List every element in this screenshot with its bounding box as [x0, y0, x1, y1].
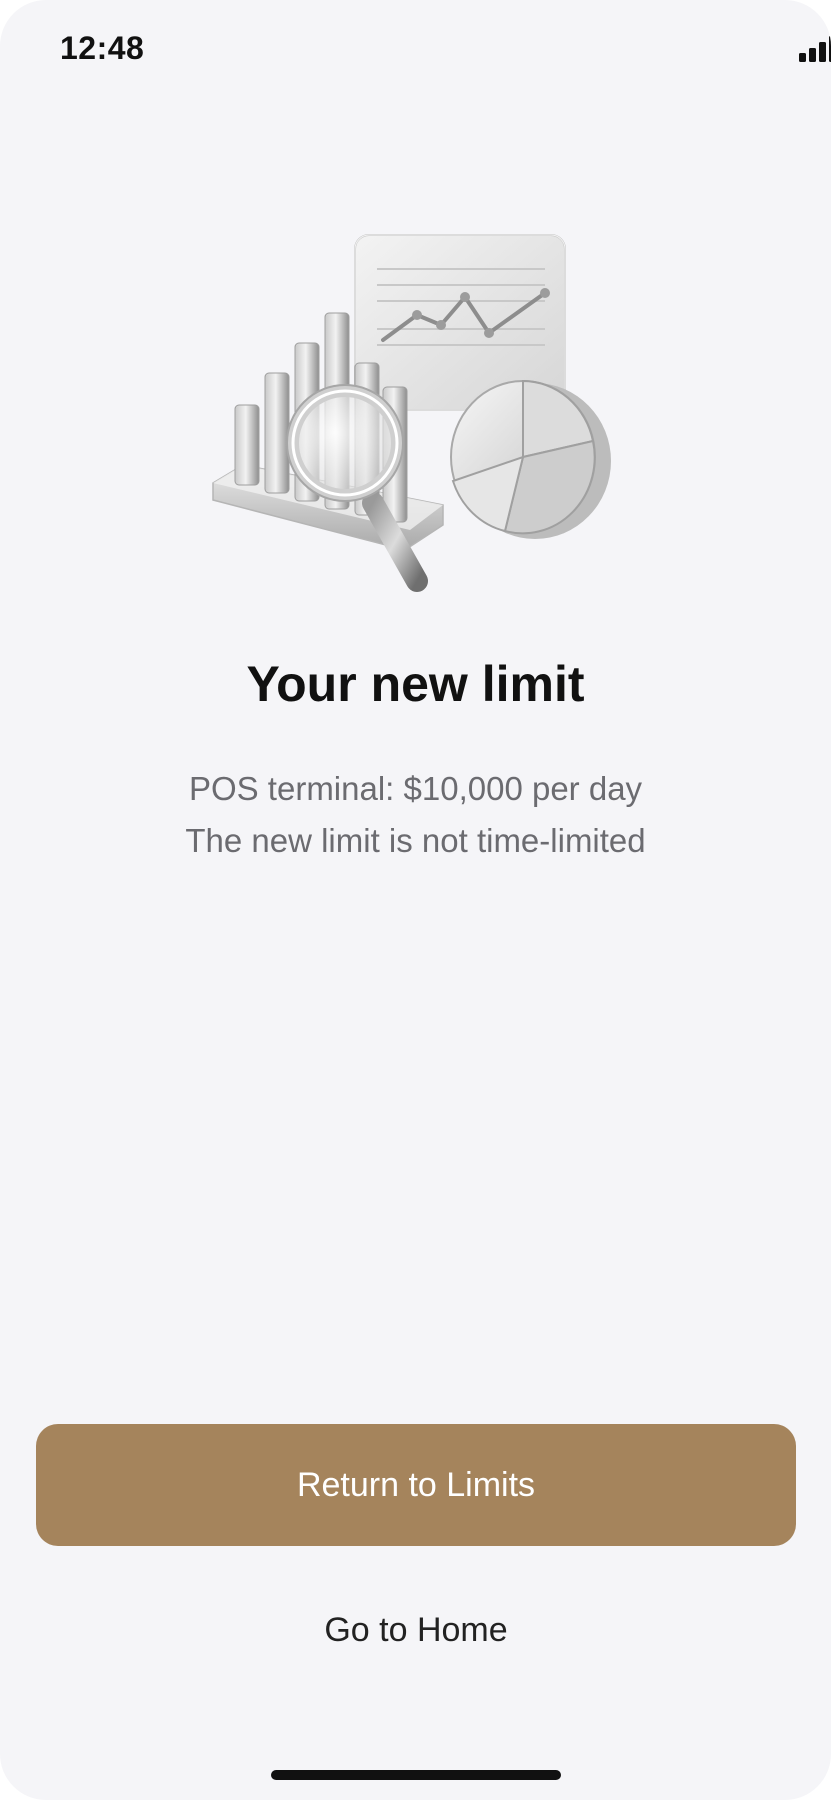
screen: 12:48 Your new limit POS terminal: $10,0…	[0, 0, 831, 1800]
return-to-limits-button[interactable]: Return to Limits	[36, 1424, 796, 1546]
page-title: Your new limit	[246, 656, 585, 712]
go-to-home-button[interactable]: Go to Home	[216, 1600, 616, 1660]
signal-icon	[799, 36, 831, 62]
analytics-illustration	[212, 234, 611, 592]
limit-detail: POS terminal: $10,000 per day	[188, 770, 643, 807]
status-time: 12:48	[60, 30, 145, 66]
status-bar: 12:48	[0, 0, 831, 100]
limit-duration-note: The new limit is not time-limited	[185, 822, 646, 859]
home-indicator[interactable]	[271, 1770, 561, 1780]
